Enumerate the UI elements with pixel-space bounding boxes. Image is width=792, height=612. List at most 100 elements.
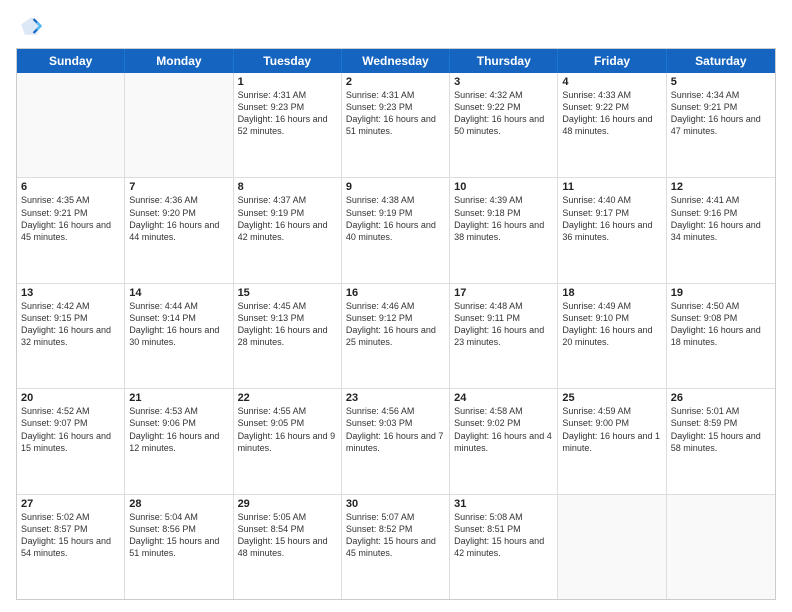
calendar-cell: 27Sunrise: 5:02 AM Sunset: 8:57 PM Dayli…: [17, 495, 125, 599]
calendar-cell: 16Sunrise: 4:46 AM Sunset: 9:12 PM Dayli…: [342, 284, 450, 388]
logo-icon: [16, 12, 44, 40]
cell-info: Sunrise: 4:49 AM Sunset: 9:10 PM Dayligh…: [562, 300, 661, 349]
cell-info: Sunrise: 4:34 AM Sunset: 9:21 PM Dayligh…: [671, 89, 771, 138]
cell-info: Sunrise: 4:53 AM Sunset: 9:06 PM Dayligh…: [129, 405, 228, 454]
calendar-cell: 29Sunrise: 5:05 AM Sunset: 8:54 PM Dayli…: [234, 495, 342, 599]
cell-info: Sunrise: 4:37 AM Sunset: 9:19 PM Dayligh…: [238, 194, 337, 243]
cell-info: Sunrise: 4:46 AM Sunset: 9:12 PM Dayligh…: [346, 300, 445, 349]
day-number: 21: [129, 392, 228, 404]
day-number: 8: [238, 181, 337, 193]
header: [16, 12, 776, 40]
day-number: 4: [562, 76, 661, 88]
cell-info: Sunrise: 5:04 AM Sunset: 8:56 PM Dayligh…: [129, 511, 228, 560]
day-number: 6: [21, 181, 120, 193]
calendar-cell: 1Sunrise: 4:31 AM Sunset: 9:23 PM Daylig…: [234, 73, 342, 177]
day-number: 14: [129, 287, 228, 299]
calendar-cell: 18Sunrise: 4:49 AM Sunset: 9:10 PM Dayli…: [558, 284, 666, 388]
calendar-cell: 24Sunrise: 4:58 AM Sunset: 9:02 PM Dayli…: [450, 389, 558, 493]
calendar-cell: [558, 495, 666, 599]
day-number: 5: [671, 76, 771, 88]
calendar-cell: 17Sunrise: 4:48 AM Sunset: 9:11 PM Dayli…: [450, 284, 558, 388]
logo: [16, 12, 48, 40]
calendar-body: 1Sunrise: 4:31 AM Sunset: 9:23 PM Daylig…: [17, 73, 775, 599]
weekday-header: Saturday: [667, 49, 775, 73]
cell-info: Sunrise: 4:31 AM Sunset: 9:23 PM Dayligh…: [238, 89, 337, 138]
day-number: 29: [238, 498, 337, 510]
calendar: SundayMondayTuesdayWednesdayThursdayFrid…: [16, 48, 776, 600]
cell-info: Sunrise: 4:52 AM Sunset: 9:07 PM Dayligh…: [21, 405, 120, 454]
day-number: 18: [562, 287, 661, 299]
calendar-cell: 13Sunrise: 4:42 AM Sunset: 9:15 PM Dayli…: [17, 284, 125, 388]
cell-info: Sunrise: 4:58 AM Sunset: 9:02 PM Dayligh…: [454, 405, 553, 454]
day-number: 11: [562, 181, 661, 193]
cell-info: Sunrise: 4:36 AM Sunset: 9:20 PM Dayligh…: [129, 194, 228, 243]
cell-info: Sunrise: 4:45 AM Sunset: 9:13 PM Dayligh…: [238, 300, 337, 349]
day-number: 7: [129, 181, 228, 193]
calendar-cell: 9Sunrise: 4:38 AM Sunset: 9:19 PM Daylig…: [342, 178, 450, 282]
calendar-row: 1Sunrise: 4:31 AM Sunset: 9:23 PM Daylig…: [17, 73, 775, 178]
calendar-cell: 7Sunrise: 4:36 AM Sunset: 9:20 PM Daylig…: [125, 178, 233, 282]
calendar-cell: 8Sunrise: 4:37 AM Sunset: 9:19 PM Daylig…: [234, 178, 342, 282]
weekday-header: Wednesday: [342, 49, 450, 73]
day-number: 16: [346, 287, 445, 299]
day-number: 19: [671, 287, 771, 299]
day-number: 13: [21, 287, 120, 299]
calendar-cell: 26Sunrise: 5:01 AM Sunset: 8:59 PM Dayli…: [667, 389, 775, 493]
day-number: 10: [454, 181, 553, 193]
day-number: 30: [346, 498, 445, 510]
calendar-header: SundayMondayTuesdayWednesdayThursdayFrid…: [17, 49, 775, 73]
day-number: 3: [454, 76, 553, 88]
day-number: 24: [454, 392, 553, 404]
day-number: 17: [454, 287, 553, 299]
cell-info: Sunrise: 4:32 AM Sunset: 9:22 PM Dayligh…: [454, 89, 553, 138]
calendar-row: 13Sunrise: 4:42 AM Sunset: 9:15 PM Dayli…: [17, 284, 775, 389]
day-number: 15: [238, 287, 337, 299]
calendar-row: 6Sunrise: 4:35 AM Sunset: 9:21 PM Daylig…: [17, 178, 775, 283]
day-number: 31: [454, 498, 553, 510]
day-number: 9: [346, 181, 445, 193]
cell-info: Sunrise: 4:38 AM Sunset: 9:19 PM Dayligh…: [346, 194, 445, 243]
cell-info: Sunrise: 4:55 AM Sunset: 9:05 PM Dayligh…: [238, 405, 337, 454]
calendar-cell: 30Sunrise: 5:07 AM Sunset: 8:52 PM Dayli…: [342, 495, 450, 599]
calendar-cell: 2Sunrise: 4:31 AM Sunset: 9:23 PM Daylig…: [342, 73, 450, 177]
calendar-cell: 31Sunrise: 5:08 AM Sunset: 8:51 PM Dayli…: [450, 495, 558, 599]
calendar-cell: 25Sunrise: 4:59 AM Sunset: 9:00 PM Dayli…: [558, 389, 666, 493]
weekday-header: Sunday: [17, 49, 125, 73]
page: SundayMondayTuesdayWednesdayThursdayFrid…: [0, 0, 792, 612]
day-number: 23: [346, 392, 445, 404]
calendar-cell: [125, 73, 233, 177]
calendar-cell: 10Sunrise: 4:39 AM Sunset: 9:18 PM Dayli…: [450, 178, 558, 282]
cell-info: Sunrise: 5:08 AM Sunset: 8:51 PM Dayligh…: [454, 511, 553, 560]
cell-info: Sunrise: 4:33 AM Sunset: 9:22 PM Dayligh…: [562, 89, 661, 138]
calendar-cell: 21Sunrise: 4:53 AM Sunset: 9:06 PM Dayli…: [125, 389, 233, 493]
cell-info: Sunrise: 4:41 AM Sunset: 9:16 PM Dayligh…: [671, 194, 771, 243]
cell-info: Sunrise: 5:01 AM Sunset: 8:59 PM Dayligh…: [671, 405, 771, 454]
cell-info: Sunrise: 4:40 AM Sunset: 9:17 PM Dayligh…: [562, 194, 661, 243]
calendar-cell: 28Sunrise: 5:04 AM Sunset: 8:56 PM Dayli…: [125, 495, 233, 599]
weekday-header: Monday: [125, 49, 233, 73]
day-number: 12: [671, 181, 771, 193]
cell-info: Sunrise: 4:42 AM Sunset: 9:15 PM Dayligh…: [21, 300, 120, 349]
cell-info: Sunrise: 5:07 AM Sunset: 8:52 PM Dayligh…: [346, 511, 445, 560]
day-number: 22: [238, 392, 337, 404]
day-number: 25: [562, 392, 661, 404]
cell-info: Sunrise: 4:59 AM Sunset: 9:00 PM Dayligh…: [562, 405, 661, 454]
weekday-header: Tuesday: [234, 49, 342, 73]
day-number: 20: [21, 392, 120, 404]
cell-info: Sunrise: 4:35 AM Sunset: 9:21 PM Dayligh…: [21, 194, 120, 243]
day-number: 26: [671, 392, 771, 404]
cell-info: Sunrise: 5:02 AM Sunset: 8:57 PM Dayligh…: [21, 511, 120, 560]
cell-info: Sunrise: 4:48 AM Sunset: 9:11 PM Dayligh…: [454, 300, 553, 349]
cell-info: Sunrise: 4:39 AM Sunset: 9:18 PM Dayligh…: [454, 194, 553, 243]
cell-info: Sunrise: 5:05 AM Sunset: 8:54 PM Dayligh…: [238, 511, 337, 560]
calendar-cell: 3Sunrise: 4:32 AM Sunset: 9:22 PM Daylig…: [450, 73, 558, 177]
day-number: 28: [129, 498, 228, 510]
calendar-cell: 15Sunrise: 4:45 AM Sunset: 9:13 PM Dayli…: [234, 284, 342, 388]
day-number: 2: [346, 76, 445, 88]
calendar-cell: 5Sunrise: 4:34 AM Sunset: 9:21 PM Daylig…: [667, 73, 775, 177]
cell-info: Sunrise: 4:31 AM Sunset: 9:23 PM Dayligh…: [346, 89, 445, 138]
day-number: 1: [238, 76, 337, 88]
calendar-cell: [667, 495, 775, 599]
cell-info: Sunrise: 4:44 AM Sunset: 9:14 PM Dayligh…: [129, 300, 228, 349]
calendar-row: 20Sunrise: 4:52 AM Sunset: 9:07 PM Dayli…: [17, 389, 775, 494]
